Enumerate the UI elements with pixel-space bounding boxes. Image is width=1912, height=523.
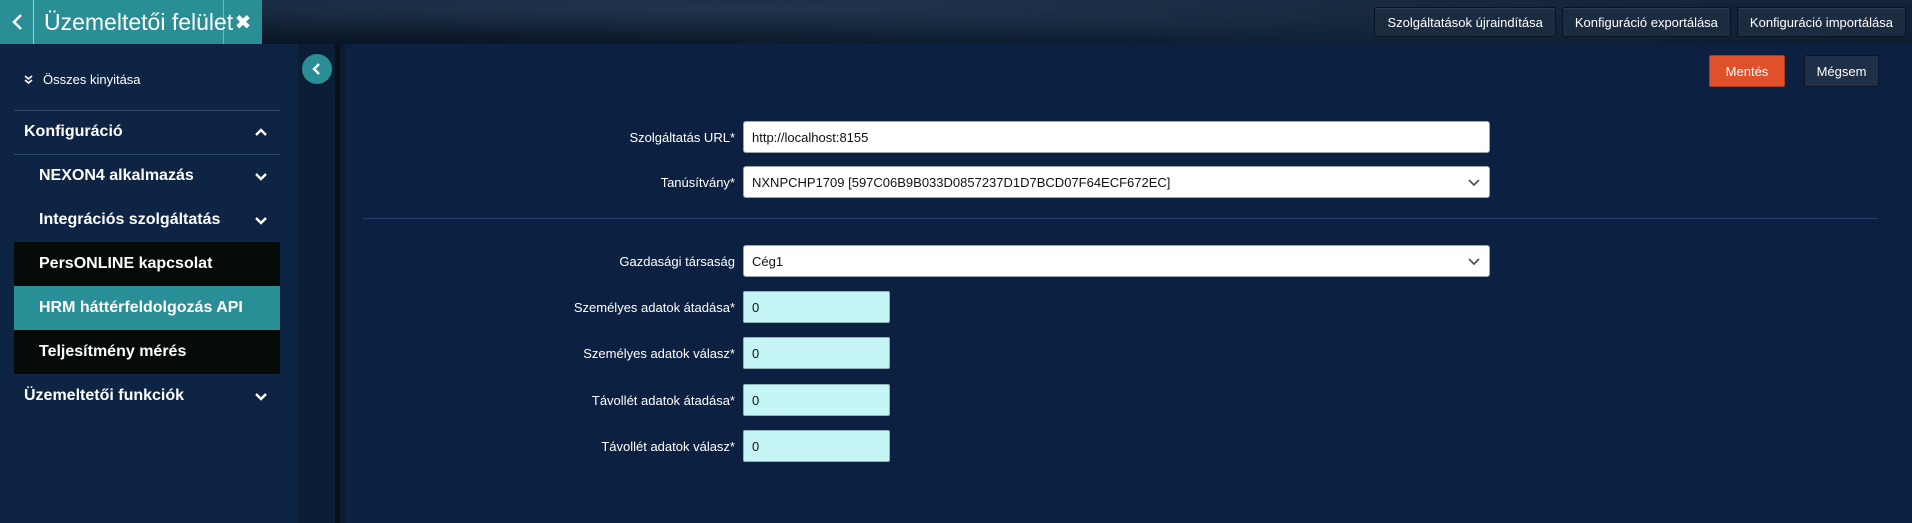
- company-value: Cég1: [752, 253, 784, 269]
- expand-all-button[interactable]: Összes kinyitása: [24, 72, 141, 87]
- sidebar-item-label: Integrációs szolgáltatás: [39, 211, 221, 228]
- sidebar-item-hrm-api[interactable]: HRM háttérfeldolgozás API: [14, 286, 280, 330]
- chevron-down-icon: [255, 173, 267, 181]
- sidebar-item-nexon4[interactable]: NEXON4 alkalmazás: [14, 154, 280, 198]
- certificate-value: NXNPCHP1709 [597C06B9B033D0857237D1D7BCD…: [752, 174, 1171, 190]
- sidebar-item-label: Konfiguráció: [24, 123, 123, 140]
- absence-response-label: Távollét adatok válasz*: [601, 438, 735, 454]
- sidebar-item-configuration[interactable]: Konfiguráció: [14, 110, 280, 154]
- sidebar-item-operator-functions[interactable]: Üzemeltetői funkciók: [14, 374, 280, 418]
- service-url-row: Szolgáltatás URL* http://localhost:8155: [345, 121, 1490, 153]
- company-select[interactable]: Cég1: [743, 245, 1490, 277]
- absence-response-row: Távollét adatok válasz* 0: [345, 430, 890, 462]
- personal-transfer-label: Személyes adatok átadása*: [573, 299, 735, 315]
- chevron-down-icon: [255, 217, 267, 225]
- service-url-label: Szolgáltatás URL*: [629, 129, 736, 145]
- absence-transfer-row: Távollét adatok átadása* 0: [345, 384, 890, 416]
- restart-services-button[interactable]: Szolgáltatások újraindítása: [1374, 7, 1556, 37]
- absence-response-input[interactable]: 0: [743, 430, 890, 462]
- close-icon: ✖: [234, 11, 252, 34]
- sidebar-item-performance[interactable]: Teljesítmény mérés: [14, 330, 280, 374]
- sidebar-item-label: Üzemeltetői funkciók: [24, 387, 185, 404]
- main-panel: Mentés Mégsem Szolgáltatás URL* http://l…: [345, 44, 1912, 523]
- sidebar-collapse-column: [298, 44, 340, 523]
- chevron-up-icon: [255, 128, 267, 136]
- personal-response-input[interactable]: 0: [743, 337, 890, 369]
- title-box: Üzemeltetői felület ✖: [0, 0, 262, 44]
- service-url-input[interactable]: http://localhost:8155: [743, 121, 1490, 153]
- chevron-down-icon: [1468, 258, 1480, 266]
- absence-transfer-input[interactable]: 0: [743, 384, 890, 416]
- certificate-label: Tanúsítvány*: [660, 174, 735, 190]
- chevron-left-icon: [11, 14, 22, 30]
- company-label: Gazdasági társaság: [619, 253, 735, 269]
- section-divider: [363, 218, 1878, 219]
- double-chevron-down-icon: [24, 74, 33, 85]
- close-button[interactable]: ✖: [224, 0, 262, 44]
- personal-transfer-input[interactable]: 0: [743, 291, 890, 323]
- sidebar: Összes kinyitása Konfiguráció NEXON4 alk…: [0, 44, 298, 523]
- import-config-button[interactable]: Konfiguráció importálása: [1736, 7, 1906, 37]
- personal-response-label: Személyes adatok válasz*: [583, 345, 735, 361]
- expand-all-label: Összes kinyitása: [43, 72, 141, 87]
- personal-transfer-row: Személyes adatok átadása* 0: [345, 291, 890, 323]
- cancel-button[interactable]: Mégsem: [1804, 55, 1879, 87]
- chevron-down-icon: [255, 393, 267, 401]
- absence-transfer-label: Távollét adatok átadása*: [591, 392, 735, 408]
- app-title: Üzemeltetői felület: [34, 0, 233, 44]
- sidebar-item-label: Teljesítmény mérés: [39, 343, 187, 360]
- panel-divider: [335, 44, 340, 523]
- save-button[interactable]: Mentés: [1709, 55, 1785, 87]
- sidebar-item-integration-service[interactable]: Integrációs szolgáltatás: [14, 198, 280, 242]
- sidebar-item-label: HRM háttérfeldolgozás API: [39, 299, 243, 316]
- export-config-button[interactable]: Konfiguráció exportálása: [1561, 7, 1731, 37]
- sidebar-item-personline[interactable]: PersONLINE kapcsolat: [14, 242, 280, 286]
- personal-response-row: Személyes adatok válasz* 0: [345, 337, 890, 369]
- collapse-sidebar-button[interactable]: [302, 54, 332, 84]
- top-bar: Üzemeltetői felület ✖ Szolgáltatások újr…: [0, 0, 1912, 44]
- back-button[interactable]: [0, 0, 34, 44]
- sidebar-item-label: PersONLINE kapcsolat: [39, 255, 213, 272]
- company-row: Gazdasági társaság Cég1: [345, 245, 1490, 277]
- sidebar-item-label: NEXON4 alkalmazás: [39, 167, 194, 184]
- certificate-select[interactable]: NXNPCHP1709 [597C06B9B033D0857237D1D7BCD…: [743, 166, 1490, 198]
- certificate-row: Tanúsítvány* NXNPCHP1709 [597C06B9B033D0…: [345, 166, 1490, 198]
- chevron-down-icon: [1468, 179, 1480, 187]
- chevron-left-icon: [312, 63, 320, 75]
- top-actions: Szolgáltatások újraindítása Konfiguráció…: [1374, 7, 1906, 37]
